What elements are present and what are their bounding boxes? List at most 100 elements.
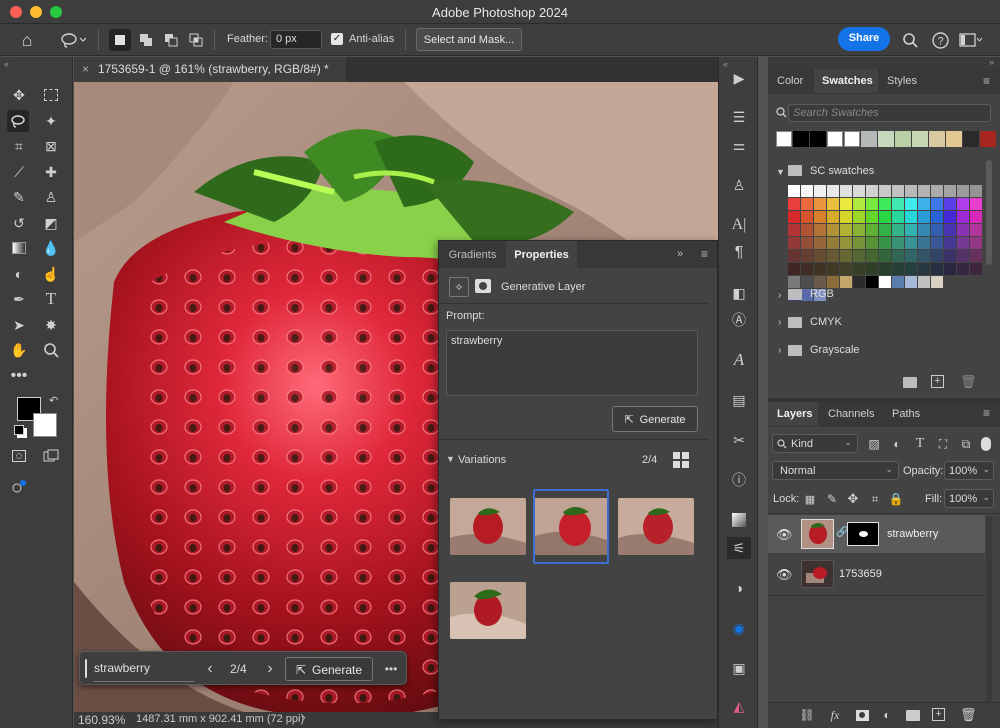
swatch-5[interactable] <box>853 185 865 197</box>
subtract-from-selection-icon[interactable] <box>160 29 182 51</box>
marquee-tool-icon[interactable] <box>40 84 62 106</box>
type-tool-icon[interactable]: T <box>40 288 62 310</box>
swatch-26[interactable] <box>931 198 943 210</box>
panel-menu-icon[interactable]: ≡ <box>983 74 990 88</box>
more-options-icon[interactable]: ••• <box>381 660 401 678</box>
recent-swatch[interactable] <box>980 131 996 147</box>
swatch-64[interactable] <box>840 237 852 249</box>
filter-type-icon[interactable]: T <box>912 436 928 452</box>
swatch-67[interactable] <box>879 237 891 249</box>
smudge-tool-icon[interactable]: ☝ <box>40 263 62 285</box>
new-selection-icon[interactable] <box>109 29 131 51</box>
swatch-44[interactable] <box>970 211 982 223</box>
swatch-33[interactable] <box>827 211 839 223</box>
panel-menu-icon[interactable]: ≡ <box>983 406 990 420</box>
swatches-scrollbar[interactable] <box>986 160 992 265</box>
new-swatch-icon[interactable]: + <box>931 375 944 388</box>
swatch-80[interactable] <box>853 250 865 262</box>
paragraph-styles-icon[interactable]: A <box>727 349 751 371</box>
lock-all-icon[interactable]: 🔒 <box>888 491 904 507</box>
navigator-icon[interactable]: ▣ <box>727 657 751 679</box>
swatch-36[interactable] <box>866 211 878 223</box>
swatch-105[interactable] <box>788 276 800 288</box>
swatch-11[interactable] <box>931 185 943 197</box>
swatch-96[interactable] <box>866 263 878 275</box>
expand-icon[interactable]: » <box>989 57 994 67</box>
swatch-34[interactable] <box>840 211 852 223</box>
new-group-icon[interactable] <box>903 377 917 388</box>
swatch-38[interactable] <box>892 211 904 223</box>
swatch-84[interactable] <box>905 250 917 262</box>
eye-icon[interactable]: 👁 <box>776 567 793 583</box>
variation-thumbnail-2[interactable] <box>533 489 609 564</box>
swatch-18[interactable] <box>827 198 839 210</box>
lock-artboard-icon[interactable]: ⌗ <box>867 491 883 507</box>
intersect-selection-icon[interactable] <box>185 29 207 51</box>
filter-shape-icon[interactable]: ⛶ <box>935 436 951 452</box>
zoom-tool-icon[interactable] <box>40 339 62 361</box>
delete-layer-icon[interactable]: 🗑 <box>960 707 977 723</box>
antialias-checkbox[interactable]: ✓ <box>331 33 343 45</box>
blend-mode-select[interactable]: Normal ⌄ <box>772 461 899 480</box>
swatch-86[interactable] <box>931 250 943 262</box>
swatch-43[interactable] <box>957 211 969 223</box>
delete-icon[interactable]: 🗑 <box>960 374 977 390</box>
search-swatches-input[interactable]: Search Swatches <box>788 104 991 122</box>
more-tools-icon[interactable]: ••• <box>8 365 30 387</box>
info-icon[interactable]: ⓘ <box>727 469 751 491</box>
gradient-tool-icon[interactable] <box>8 237 30 259</box>
swatch-95[interactable] <box>853 263 865 275</box>
swatch-19[interactable] <box>840 198 852 210</box>
frame-tool-icon[interactable]: ⊠ <box>40 135 62 157</box>
swatch-69[interactable] <box>905 237 917 249</box>
swatch-49[interactable] <box>840 224 852 236</box>
tab-layers[interactable]: Layers <box>768 402 818 426</box>
swatch-114[interactable] <box>905 276 917 288</box>
history-brush-tool-icon[interactable]: ↺ <box>8 212 30 234</box>
visibility-icon[interactable]: ◉ <box>727 617 751 639</box>
folder-sc-swatches[interactable]: SC swatches <box>810 165 874 177</box>
tab-color[interactable]: Color <box>777 69 803 93</box>
swatch-6[interactable] <box>866 185 878 197</box>
swatch-27[interactable] <box>944 198 956 210</box>
swatch-106[interactable] <box>801 276 813 288</box>
feather-input[interactable]: 0 px <box>270 30 322 49</box>
lock-transparent-pixels-icon[interactable]: ▦ <box>802 491 818 507</box>
swatch-89[interactable] <box>970 250 982 262</box>
recent-swatch[interactable] <box>963 131 979 147</box>
hand-tool-icon[interactable]: ✋ <box>8 339 30 361</box>
filter-toggle[interactable] <box>981 437 991 451</box>
play-actions-icon[interactable]: ▶ <box>727 67 751 89</box>
link-layers-icon[interactable]: ⛓ <box>798 707 816 723</box>
swatch-100[interactable] <box>918 263 930 275</box>
swatch-111[interactable] <box>866 276 878 288</box>
swatch-55[interactable] <box>918 224 930 236</box>
folder-cmyk[interactable]: CMYK <box>810 316 842 328</box>
add-mask-icon[interactable] <box>853 707 871 723</box>
swatch-70[interactable] <box>918 237 930 249</box>
adjustments-icon[interactable]: ⚌ <box>727 134 751 156</box>
swatch-20[interactable] <box>853 198 865 210</box>
swatch-83[interactable] <box>892 250 904 262</box>
swatch-72[interactable] <box>944 237 956 249</box>
notes-icon[interactable]: ▤ <box>727 389 751 411</box>
swatch-14[interactable] <box>970 185 982 197</box>
swatch-10[interactable] <box>918 185 930 197</box>
swatch-93[interactable] <box>827 263 839 275</box>
close-tab-icon[interactable]: × <box>82 62 89 76</box>
swatch-107[interactable] <box>814 276 826 288</box>
recent-swatch[interactable] <box>827 131 843 147</box>
crop-tool-icon[interactable]: ⌗ <box>8 135 30 157</box>
swatch-88[interactable] <box>957 250 969 262</box>
eraser-tool-icon[interactable]: ◩ <box>40 212 62 234</box>
layer-mask-thumbnail[interactable] <box>847 522 879 546</box>
swatch-101[interactable] <box>931 263 943 275</box>
swatch-23[interactable] <box>892 198 904 210</box>
swatch-42[interactable] <box>944 211 956 223</box>
swatch-65[interactable] <box>853 237 865 249</box>
swatch-56[interactable] <box>931 224 943 236</box>
swatch-82[interactable] <box>879 250 891 262</box>
recent-swatch[interactable] <box>878 131 894 147</box>
recent-swatch[interactable] <box>776 131 792 147</box>
filter-smart-object-icon[interactable]: ⧉ <box>958 436 974 452</box>
